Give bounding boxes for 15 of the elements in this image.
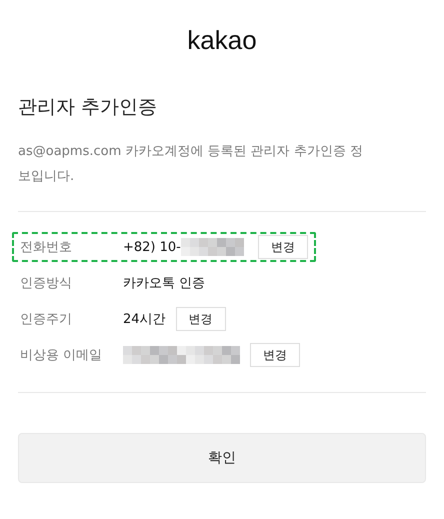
kakao-logo: kakao bbox=[186, 24, 258, 57]
pixelated-redaction bbox=[180, 238, 244, 256]
field-value: +82) 10- bbox=[123, 240, 181, 254]
field-label: 전화번호 bbox=[20, 239, 73, 256]
page-title: 관리자 추가인증 bbox=[18, 95, 158, 120]
change-button[interactable]: 변경 bbox=[176, 307, 226, 331]
field-label: 비상용 이메일 bbox=[20, 347, 104, 364]
field-value: 카카오톡 인증 bbox=[123, 275, 206, 292]
field-label: 인증방식 bbox=[20, 275, 73, 292]
field-value: 24시간 bbox=[123, 311, 166, 328]
change-button[interactable]: 변경 bbox=[250, 343, 300, 367]
description: as@oapms.com 카카오계정에 등록된 관리자 추가인증 정보입니다. bbox=[18, 143, 363, 186]
field-label: 인증주기 bbox=[20, 311, 73, 328]
change-button[interactable]: 변경 bbox=[258, 235, 308, 259]
confirm-button[interactable]: 확인 bbox=[18, 433, 426, 483]
